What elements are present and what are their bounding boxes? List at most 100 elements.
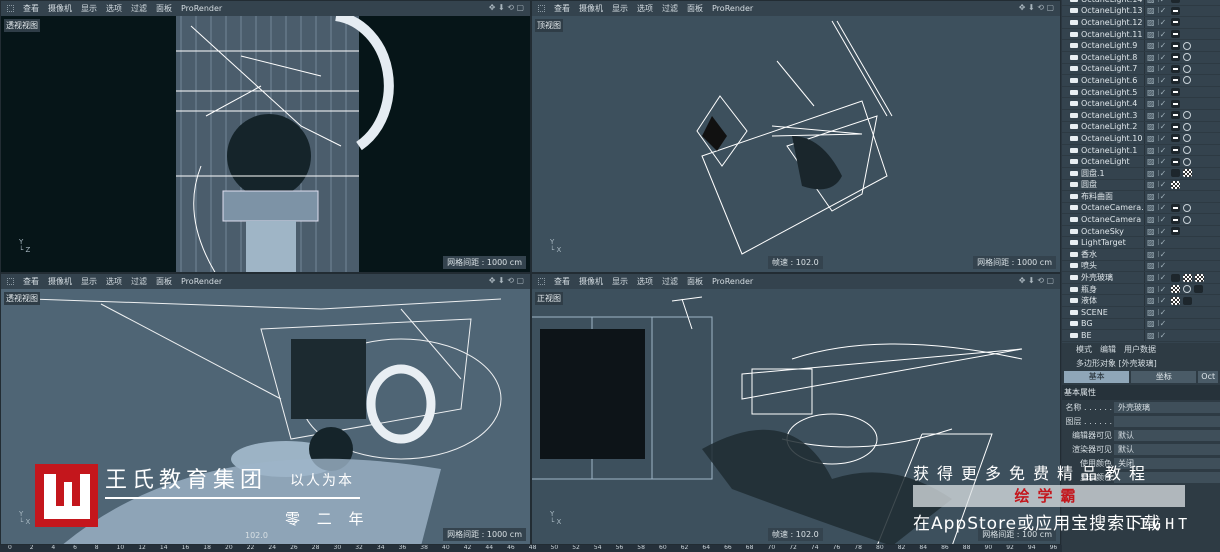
- light-tag-icon[interactable]: [1171, 99, 1180, 108]
- visibility-toggles[interactable]: ▨ ⁝✓: [1144, 214, 1168, 225]
- visibility-toggles[interactable]: ▨ ⁝✓: [1144, 40, 1168, 51]
- tab-octane[interactable]: Oct: [1198, 371, 1218, 383]
- visibility-toggles[interactable]: ▨ ⁝✓: [1144, 75, 1168, 86]
- visibility-toggles[interactable]: ▨ ⁝✓: [1144, 28, 1168, 40]
- menu-filter[interactable]: 过滤: [131, 3, 147, 14]
- menu-prorender[interactable]: ProRender: [712, 4, 753, 13]
- target-tag-icon[interactable]: [1183, 134, 1191, 143]
- menu-view[interactable]: 查看: [554, 3, 570, 14]
- visibility-toggles[interactable]: ▨ ⁝✓: [1144, 272, 1168, 283]
- target-tag-icon[interactable]: [1183, 285, 1191, 294]
- visibility-toggles[interactable]: ▨ ⁝✓: [1144, 237, 1168, 249]
- target-tag-icon[interactable]: [1183, 215, 1191, 224]
- object-row[interactable]: OctaneLight.7 ▨ ⁝✓: [1062, 63, 1220, 76]
- checker-tag-icon[interactable]: [1171, 180, 1180, 189]
- light-tag-icon[interactable]: [1171, 53, 1180, 62]
- checker-tag-icon[interactable]: [1183, 169, 1192, 178]
- menu-prorender[interactable]: ProRender: [712, 277, 753, 286]
- light-tag-icon[interactable]: [1171, 41, 1180, 50]
- timeline-ruler[interactable]: 0 2 4 6 8 10 12 14 16 18 20 22 24 26 28 30 32 34 36 38 40 42 4…: [0, 545, 1062, 552]
- visibility-toggles[interactable]: ▨ ⁝✓: [1144, 121, 1168, 133]
- menu-camera[interactable]: 摄像机: [579, 276, 603, 287]
- object-row[interactable]: 布料曲面 ▨ ⁝✓: [1062, 191, 1220, 203]
- camera-tag-icon[interactable]: [1171, 203, 1180, 212]
- visibility-toggles[interactable]: ▨ ⁝✓: [1144, 0, 1168, 5]
- visibility-toggles[interactable]: ▨ ⁝✓: [1144, 5, 1168, 17]
- object-row[interactable]: 外壳玻璃 ▨ ⁝✓: [1062, 272, 1220, 284]
- visibility-toggles[interactable]: ▨ ⁝✓: [1144, 202, 1168, 214]
- viewport-nav-icons[interactable]: ✥ ⬇ ⟲ ▢: [489, 276, 524, 285]
- target-tag-icon[interactable]: [1183, 53, 1191, 62]
- menu-options[interactable]: 选项: [637, 276, 653, 287]
- visibility-toggles[interactable]: ▨ ⁝✓: [1144, 133, 1168, 144]
- menu-panel[interactable]: 面板: [156, 3, 172, 14]
- light-tag-icon[interactable]: [1171, 134, 1180, 143]
- object-row[interactable]: OctaneLight.8 ▨ ⁝✓: [1062, 51, 1220, 64]
- menu-prorender[interactable]: ProRender: [181, 277, 222, 286]
- object-row[interactable]: SCENE ▨ ⁝✓: [1062, 307, 1220, 319]
- object-row[interactable]: OctaneLight.10 ▨ ⁝✓: [1062, 133, 1220, 145]
- viewport-nav-icons[interactable]: ✥ ⬇ ⟲ ▢: [1019, 3, 1054, 12]
- checker-tag-icon[interactable]: [1171, 296, 1180, 305]
- visibility-toggles[interactable]: ▨ ⁝✓: [1144, 307, 1168, 318]
- light-tag-icon[interactable]: [1171, 157, 1180, 166]
- menu-panel[interactable]: 面板: [687, 276, 703, 287]
- menu-display[interactable]: 显示: [81, 276, 97, 287]
- object-manager[interactable]: OctaneLight.14▨ ⁝✓OctaneLight.13▨ ⁝✓Octa…: [1062, 0, 1220, 342]
- viewport-perspective-top[interactable]: 查看 摄像机 显示 选项 过滤 面板 ProRender ✥ ⬇ ⟲ ▢ 透视视…: [0, 0, 531, 273]
- material-tag-icon[interactable]: [1183, 296, 1192, 305]
- target-tag-icon[interactable]: [1183, 111, 1191, 120]
- camera-tag-icon[interactable]: [1171, 215, 1180, 224]
- tab-basic[interactable]: 基本: [1064, 371, 1130, 383]
- attribute-value[interactable]: 外壳玻璃: [1114, 401, 1220, 413]
- object-row[interactable]: OctaneLight.13 ▨ ⁝✓: [1062, 5, 1220, 18]
- light-tag-icon[interactable]: [1171, 30, 1180, 39]
- visibility-toggles[interactable]: ▨ ⁝✓: [1144, 318, 1168, 330]
- viewport-canvas[interactable]: 顶视图 Y └ X 帧速 : 102.0 网格间距 : 1000 cm: [532, 16, 1060, 272]
- object-row[interactable]: 液体 ▨ ⁝✓: [1062, 295, 1220, 308]
- checker-tag-icon[interactable]: [1195, 273, 1204, 282]
- object-row[interactable]: BE ▨ ⁝✓: [1062, 330, 1220, 342]
- object-row[interactable]: 圆盘.1 ▨ ⁝✓: [1062, 167, 1220, 180]
- menu-filter[interactable]: 过滤: [662, 276, 678, 287]
- menu-display[interactable]: 显示: [612, 3, 628, 14]
- object-row[interactable]: OctaneCamera ▨ ⁝✓: [1062, 214, 1220, 226]
- menu-filter[interactable]: 过滤: [131, 276, 147, 287]
- visibility-toggles[interactable]: ▨ ⁝✓: [1144, 330, 1168, 341]
- viewport-top[interactable]: 查看 摄像机 显示 选项 过滤 面板 ProRender ✥ ⬇ ⟲ ▢ 顶视图…: [531, 0, 1061, 273]
- object-row[interactable]: OctaneLight.3 ▨ ⁝✓: [1062, 109, 1220, 122]
- light-tag-icon[interactable]: [1171, 146, 1180, 155]
- target-tag-icon[interactable]: [1183, 157, 1191, 166]
- object-row[interactable]: OctaneLight ▨ ⁝✓: [1062, 156, 1220, 168]
- menu-camera[interactable]: 摄像机: [48, 3, 72, 14]
- light-tag-icon[interactable]: [1171, 0, 1180, 4]
- object-row[interactable]: BG ▨ ⁝✓: [1062, 318, 1220, 331]
- visibility-toggles[interactable]: ▨ ⁝✓: [1144, 51, 1168, 63]
- menu-display[interactable]: 显示: [81, 3, 97, 14]
- visibility-toggles[interactable]: ▨ ⁝✓: [1144, 63, 1168, 75]
- menu-display[interactable]: 显示: [612, 276, 628, 287]
- visibility-toggles[interactable]: ▨ ⁝✓: [1144, 191, 1168, 202]
- menu-panel[interactable]: 面板: [156, 276, 172, 287]
- visibility-toggles[interactable]: ▨ ⁝✓: [1144, 109, 1168, 121]
- target-tag-icon[interactable]: [1183, 203, 1191, 212]
- visibility-toggles[interactable]: ▨ ⁝✓: [1144, 249, 1168, 260]
- light-tag-icon[interactable]: [1171, 18, 1180, 27]
- menu-view[interactable]: 查看: [23, 3, 39, 14]
- object-row[interactable]: 圆盘 ▨ ⁝✓: [1062, 179, 1220, 192]
- viewport-nav-icons[interactable]: ✥ ⬇ ⟲ ▢: [489, 3, 524, 12]
- menu-edit[interactable]: 编辑: [1100, 344, 1116, 355]
- menu-filter[interactable]: 过滤: [662, 3, 678, 14]
- target-tag-icon[interactable]: [1183, 41, 1191, 50]
- light-tag-icon[interactable]: [1171, 227, 1180, 236]
- light-tag-icon[interactable]: [1171, 6, 1180, 15]
- menu-camera[interactable]: 摄像机: [579, 3, 603, 14]
- viewport-nav-icons[interactable]: ✥ ⬇ ⟲ ▢: [1019, 276, 1054, 285]
- object-row[interactable]: OctaneLight.1 ▨ ⁝✓: [1062, 144, 1220, 157]
- light-tag-icon[interactable]: [1171, 76, 1180, 85]
- object-row[interactable]: OctaneSky ▨ ⁝✓: [1062, 225, 1220, 238]
- light-tag-icon[interactable]: [1171, 122, 1180, 131]
- tab-coord[interactable]: 坐标: [1131, 371, 1197, 383]
- light-tag-icon[interactable]: [1171, 64, 1180, 73]
- target-tag-icon[interactable]: [1183, 122, 1191, 131]
